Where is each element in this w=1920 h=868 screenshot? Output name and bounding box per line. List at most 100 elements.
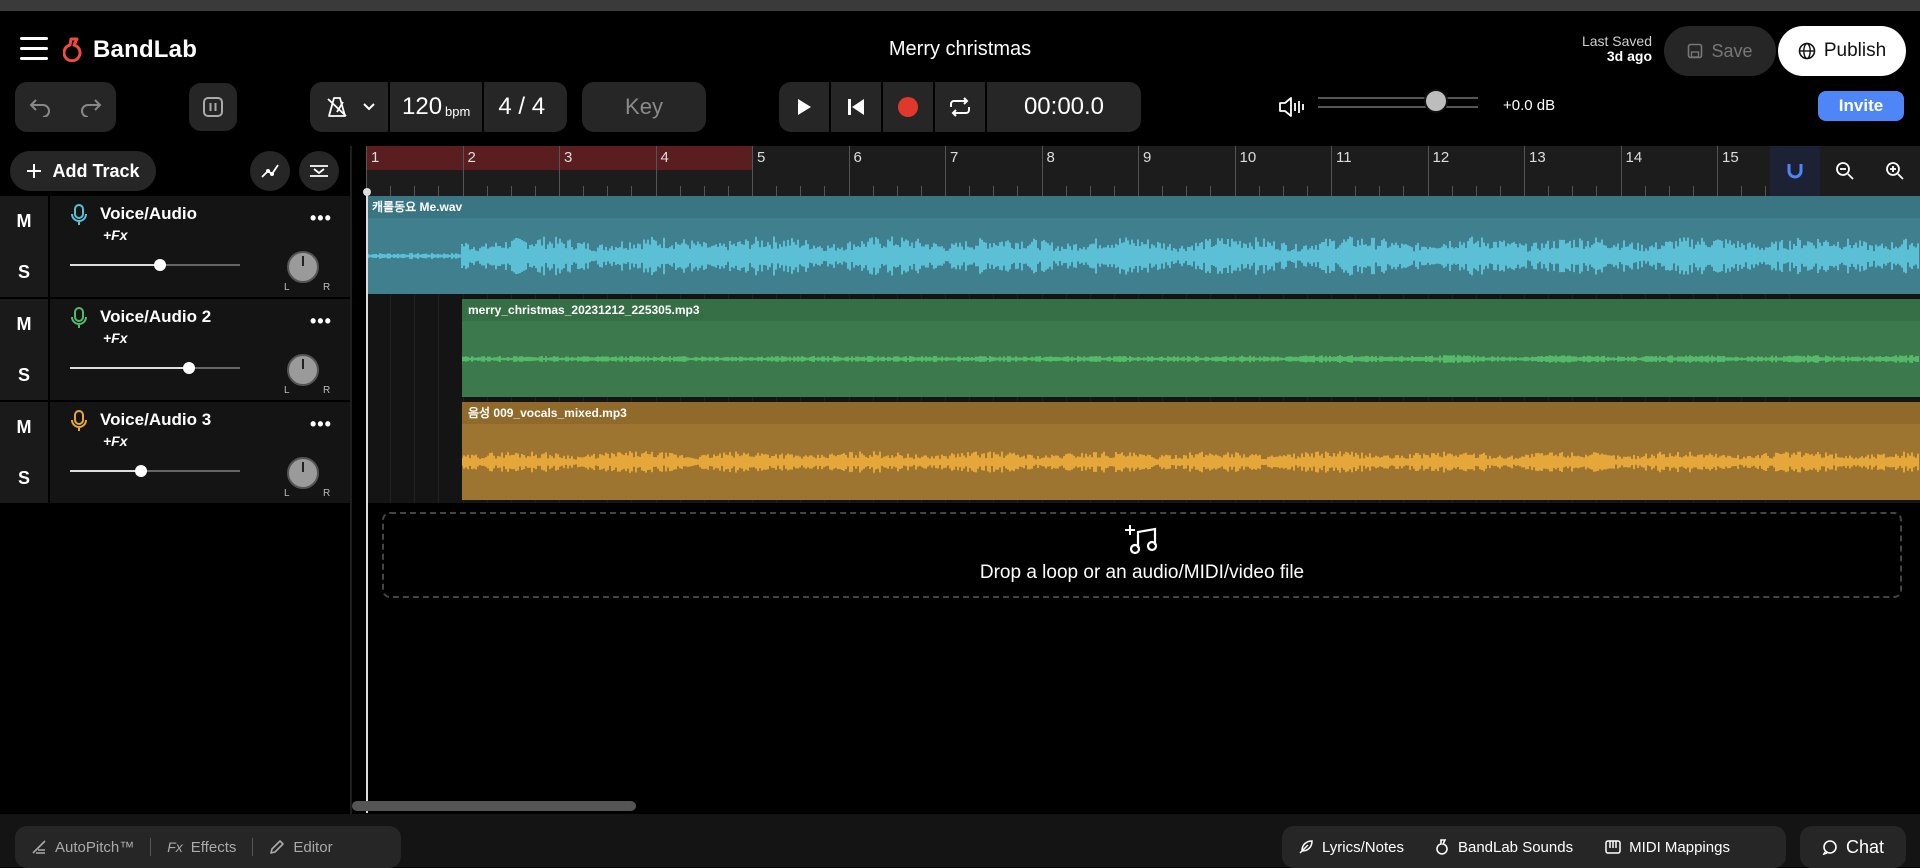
metronome-icon — [327, 97, 347, 117]
add-track-button[interactable]: Add Track — [10, 151, 156, 191]
beat-tick — [993, 186, 995, 196]
track-lanes[interactable]: 캐롤동요 Me.wav merry_christmas_20231212_225… — [366, 196, 1920, 503]
play-button[interactable] — [779, 82, 831, 132]
more-options-icon[interactable]: ••• — [310, 208, 332, 229]
add-fx-button[interactable]: +Fx — [103, 433, 128, 449]
audio-clip[interactable]: 음성 009_vocals_mixed.mp3 — [462, 402, 1920, 500]
mute-button[interactable]: M — [0, 196, 50, 248]
microphone-icon — [71, 204, 87, 225]
record-button[interactable] — [883, 82, 935, 132]
bar-tick — [1138, 146, 1139, 196]
snap-button[interactable] — [1770, 146, 1820, 196]
bandlab-logo[interactable]: BandLab — [63, 36, 197, 64]
key-button[interactable]: Key — [582, 82, 706, 132]
waveform — [462, 451, 1919, 473]
bar-number: 12 — [1432, 149, 1450, 166]
pan-knob[interactable] — [287, 354, 319, 386]
midi-mappings-label: MIDI Mappings — [1629, 838, 1730, 856]
horizontal-scrollbar[interactable] — [352, 801, 636, 811]
redo-icon — [80, 99, 102, 117]
automation-button[interactable] — [250, 151, 290, 191]
autopitch-icon — [32, 840, 46, 854]
waveform-path — [366, 236, 1919, 276]
save-button[interactable]: Save — [1664, 26, 1776, 76]
playhead-handle[interactable] — [363, 188, 371, 196]
mute-button[interactable]: M — [0, 402, 50, 454]
menu-icon[interactable] — [20, 37, 48, 61]
mute-button[interactable]: M — [0, 299, 50, 351]
track-name[interactable]: Voice/Audio 3 — [100, 410, 211, 430]
track-volume-slider[interactable] — [70, 259, 240, 271]
add-fx-button[interactable]: +Fx — [103, 330, 128, 346]
loop-icon — [950, 97, 970, 117]
track-volume-slider[interactable] — [70, 465, 240, 477]
waveform — [462, 355, 1919, 363]
track-row[interactable]: M S Voice/Audio +Fx ••• L R — [0, 196, 350, 299]
effects-button[interactable]: Fx Effects — [151, 839, 252, 856]
track-row[interactable]: M S Voice/Audio 3 +Fx ••• L R — [0, 402, 350, 505]
solo-button[interactable]: S — [0, 453, 50, 503]
track-volume-thumb[interactable] — [183, 362, 195, 374]
solo-button[interactable]: S — [0, 247, 50, 297]
master-volume-slider[interactable] — [1318, 89, 1478, 113]
track-volume-thumb[interactable] — [135, 465, 148, 477]
beat-tick — [824, 186, 826, 196]
audio-clip[interactable]: 캐롤동요 Me.wav — [366, 196, 1920, 294]
rewind-button[interactable] — [831, 82, 883, 132]
beat-tick — [583, 186, 585, 196]
time-signature-field[interactable]: 4 / 4 — [484, 93, 559, 121]
pan-knob[interactable] — [287, 457, 319, 489]
bandlab-logo-icon — [63, 37, 82, 63]
timeline-ruler[interactable]: 1 2 3 4 5 6 7 8 9 10 11 12 13 14 15 — [366, 146, 1920, 196]
more-options-icon[interactable]: ••• — [310, 414, 332, 435]
track-name[interactable]: Voice/Audio — [100, 204, 197, 224]
app-name: BandLab — [93, 36, 198, 63]
track-volume-fill — [70, 367, 189, 369]
publish-button[interactable]: Publish — [1778, 26, 1906, 76]
beat-tick — [1379, 186, 1381, 196]
track-name[interactable]: Voice/Audio 2 — [100, 307, 211, 327]
metronome-button[interactable] — [310, 96, 388, 118]
playhead[interactable] — [366, 190, 368, 813]
loop-toggle-button[interactable] — [935, 82, 987, 132]
track-row[interactable]: M S Voice/Audio 2 +Fx ••• L R — [0, 299, 350, 402]
audio-clip[interactable]: merry_christmas_20231212_225305.mp3 — [462, 299, 1920, 397]
loop-browser-button[interactable] — [189, 83, 237, 131]
beat-tick — [1644, 186, 1646, 196]
midi-mappings-button[interactable]: MIDI Mappings — [1589, 839, 1746, 856]
redo-button[interactable] — [66, 97, 117, 117]
add-fx-button[interactable]: +Fx — [103, 227, 128, 243]
volume-thumb[interactable] — [1424, 89, 1449, 113]
clip-name: 음성 009_vocals_mixed.mp3 — [462, 402, 1920, 424]
zoom-out-button[interactable] — [1820, 146, 1870, 196]
bar-tick — [1041, 146, 1043, 196]
autopitch-button[interactable]: AutoPitch™ — [15, 839, 150, 856]
solo-button[interactable]: S — [0, 350, 50, 400]
beat-tick — [1741, 186, 1743, 196]
project-title[interactable]: Merry christmas — [889, 38, 1031, 60]
beat-tick — [969, 186, 971, 196]
track-volume-slider[interactable] — [70, 362, 240, 374]
bandlab-sounds-button[interactable]: BandLab Sounds — [1420, 839, 1589, 856]
bar-tick — [1717, 146, 1718, 196]
track-settings-button[interactable] — [299, 151, 339, 191]
volume-track-bottom — [1318, 106, 1478, 108]
zoom-in-button[interactable] — [1870, 146, 1920, 196]
automation-icon — [261, 164, 279, 178]
chat-button[interactable]: Chat — [1800, 826, 1906, 868]
beat-tick — [390, 186, 392, 196]
tempo-field[interactable]: 120 bpm — [390, 93, 482, 121]
panel-divider[interactable] — [350, 146, 352, 814]
more-options-icon[interactable]: ••• — [310, 311, 332, 332]
lyrics-notes-button[interactable]: Lyrics/Notes — [1282, 839, 1420, 856]
speaker-icon[interactable] — [1278, 96, 1306, 123]
pan-knob[interactable] — [287, 251, 319, 283]
magnet-icon — [1787, 164, 1803, 179]
undo-button[interactable] — [15, 97, 66, 117]
key-label: Key — [625, 94, 663, 119]
editor-button[interactable]: Editor — [253, 839, 348, 856]
bar-tick — [1427, 146, 1429, 196]
microphone-icon — [71, 410, 87, 431]
track-volume-thumb[interactable] — [154, 259, 167, 271]
invite-button[interactable]: Invite — [1818, 91, 1904, 121]
